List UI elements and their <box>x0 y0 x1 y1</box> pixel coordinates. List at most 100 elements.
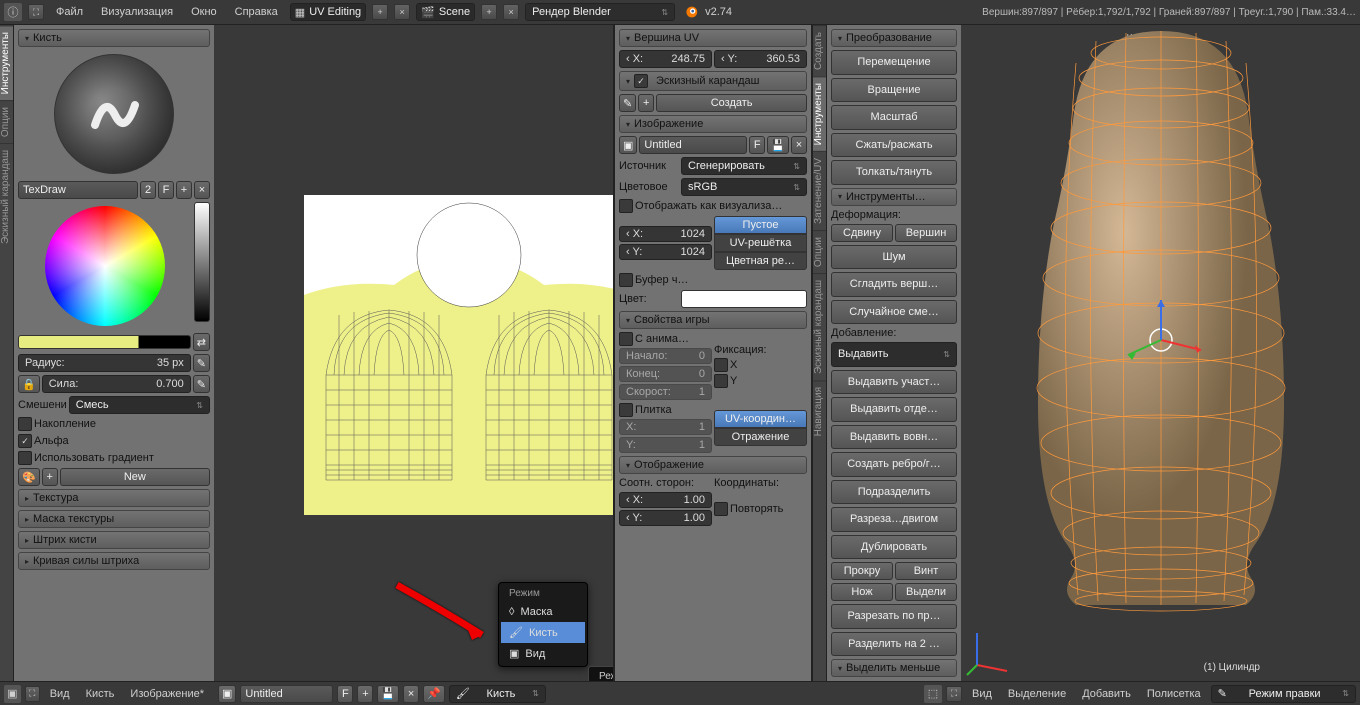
uv-expand[interactable]: ⛶ <box>25 686 40 702</box>
gentype-uvgrid[interactable]: UV-решётка <box>714 234 807 252</box>
map-reflection[interactable]: Отражение <box>714 428 807 446</box>
float-buffer-check[interactable] <box>619 273 633 287</box>
tab-gpencil[interactable]: Эскизный карандаш <box>0 143 13 250</box>
brush-panel-header[interactable]: Кисть <box>18 29 210 47</box>
source-dropdown[interactable]: Сгенерировать <box>681 157 807 175</box>
uv-x-field[interactable]: ‹ X:248.75 <box>619 50 712 68</box>
scale-btn[interactable]: Масштаб <box>831 105 957 130</box>
menu-render[interactable]: Визуализация <box>95 4 179 20</box>
editor-type-icon[interactable]: ⓘ <box>4 3 22 21</box>
texture-mask-panel-header[interactable]: Маска текстуры <box>18 510 210 528</box>
texture-panel-header[interactable]: Текстура <box>18 489 210 507</box>
repeat-check[interactable] <box>714 502 728 516</box>
uv-mode-dropdown[interactable]: 🖌 Кисть <box>449 685 546 703</box>
accumulate-check[interactable] <box>18 417 32 431</box>
clamp-x-check[interactable] <box>714 358 728 372</box>
display-panel-header[interactable]: Отображение <box>619 456 807 474</box>
uv-menu-view[interactable]: Вид <box>44 686 76 702</box>
view3d-expand[interactable]: ⛶ <box>946 686 962 702</box>
spin-btn[interactable]: Прокру <box>831 562 893 580</box>
image-name-field[interactable]: Untitled <box>639 136 747 154</box>
image-fake-user[interactable]: F <box>749 136 765 154</box>
select-btn[interactable]: Выдели <box>895 583 957 601</box>
strength-lock[interactable]: 🔒 <box>18 375 40 393</box>
loopcut-btn[interactable]: Разреза…двигом <box>831 507 957 532</box>
aspect-x[interactable]: ‹ X:1.00 <box>619 492 712 508</box>
uv-image-name[interactable]: Untitled <box>240 685 333 703</box>
extrude-dropdown[interactable]: Выдавить <box>831 342 957 367</box>
view3d-type-icon[interactable]: ⬚ <box>924 685 942 703</box>
screen-layout[interactable]: ▦ UV Editing <box>290 3 366 21</box>
translate-btn[interactable]: Перемещение <box>831 50 957 75</box>
image-save[interactable]: 💾 <box>767 136 789 154</box>
tab-tools[interactable]: Инструменты <box>0 25 13 100</box>
select-less-header[interactable]: Выделить меньше <box>831 659 957 677</box>
swap-colors[interactable]: ⇄ <box>193 333 210 351</box>
stroke-panel-header[interactable]: Штрих кисти <box>18 531 210 549</box>
view3d-viewport[interactable]: Камера-персп. <box>961 25 1360 681</box>
menu-help[interactable]: Справка <box>229 4 284 20</box>
brush-remove[interactable]: × <box>194 181 210 199</box>
gentype-blank[interactable]: Пустое <box>714 216 807 234</box>
rotate-btn[interactable]: Вращение <box>831 78 957 103</box>
gradient-check[interactable] <box>18 451 32 465</box>
v3d-menu-add[interactable]: Добавить <box>1076 686 1137 702</box>
palette-new[interactable]: New <box>60 468 210 486</box>
image-browser[interactable]: ▣ <box>619 136 637 154</box>
brush-add[interactable]: + <box>176 181 192 199</box>
uv-image-add[interactable]: + <box>357 685 373 703</box>
palette-browser[interactable]: 🎨 <box>18 468 40 486</box>
aspect-y[interactable]: ‹ Y:1.00 <box>619 510 712 526</box>
uv-editor-type-icon[interactable]: ▣ <box>4 685 21 703</box>
image-panel-header[interactable]: Изображение <box>619 115 807 133</box>
radius-pressure[interactable]: ✎ <box>193 354 210 372</box>
game-panel-header[interactable]: Свойства игры <box>619 311 807 329</box>
transform-header[interactable]: Преобразование <box>831 29 957 47</box>
tab3d-create[interactable]: Создать <box>813 25 826 76</box>
uv-pin[interactable]: 📌 <box>423 685 445 703</box>
edge-face-btn[interactable]: Создать ребро/г… <box>831 452 957 477</box>
brush-users[interactable]: 2 <box>140 181 156 199</box>
color-wheel[interactable] <box>45 206 165 326</box>
v3d-menu-select[interactable]: Выделение <box>1002 686 1072 702</box>
tab3d-gpencil[interactable]: Эскизный карандаш <box>813 273 826 380</box>
clamp-y-check[interactable] <box>714 374 728 388</box>
menu-file[interactable]: Файл <box>50 4 89 20</box>
scene-remove[interactable]: × <box>503 4 519 20</box>
bisect-btn[interactable]: Разрезать по пр… <box>831 604 957 629</box>
v3d-menu-view[interactable]: Вид <box>966 686 998 702</box>
value-slider[interactable] <box>194 202 210 322</box>
duplicate-btn[interactable]: Дублировать <box>831 535 957 560</box>
noise-btn[interactable]: Шум <box>831 245 957 270</box>
anim-check[interactable] <box>619 332 633 346</box>
shrink-btn[interactable]: Сжать/расжать <box>831 133 957 158</box>
colorspace-dropdown[interactable]: sRGB <box>681 178 807 196</box>
uv-image-save2[interactable]: 💾 <box>377 685 399 703</box>
extrude-indiv-btn[interactable]: Выдавить отде… <box>831 397 957 422</box>
extrude-in-btn[interactable]: Выдавить вовн… <box>831 425 957 450</box>
randomize-btn[interactable]: Случайное сме… <box>831 300 957 325</box>
popup-item-mask[interactable]: ◊Маска <box>501 602 585 622</box>
layout-add[interactable]: + <box>372 4 388 20</box>
layout-remove[interactable]: × <box>394 4 410 20</box>
manipulator-gizmo[interactable] <box>1116 295 1206 385</box>
popup-item-paint[interactable]: 🖌Кисть <box>501 622 585 643</box>
tab3d-shading[interactable]: Затенение/UV <box>813 151 826 230</box>
curve-panel-header[interactable]: Кривая силы штриха <box>18 552 210 570</box>
uv-image-fake[interactable]: F <box>337 685 353 703</box>
strength-pressure[interactable]: ✎ <box>193 375 210 393</box>
expand-btn[interactable]: ⛶ <box>28 4 44 20</box>
img-height-field[interactable]: ‹ Y:1024 <box>619 244 712 260</box>
view-render-check[interactable] <box>619 199 633 213</box>
strength-field[interactable]: Сила:0.700 <box>42 375 191 393</box>
tiles-check[interactable] <box>619 403 633 417</box>
uv-gpencil-header[interactable]: Эскизный карандаш <box>619 71 807 91</box>
tab3d-nav[interactable]: Навигация <box>813 380 826 442</box>
tab-options[interactable]: Опции <box>0 100 13 143</box>
uv-image-editor[interactable]: Режим ◊Маска 🖌Кисть ▣Вид Режим 2D-рисова… <box>214 25 613 681</box>
alpha-check[interactable] <box>18 434 32 448</box>
split2-btn[interactable]: Разделить на 2 … <box>831 632 957 657</box>
gentype-colorgrid[interactable]: Цветная ре… <box>714 252 807 270</box>
push-btn[interactable]: Толкать/тянуть <box>831 160 957 185</box>
brush-name-field[interactable]: TexDraw <box>18 181 138 199</box>
